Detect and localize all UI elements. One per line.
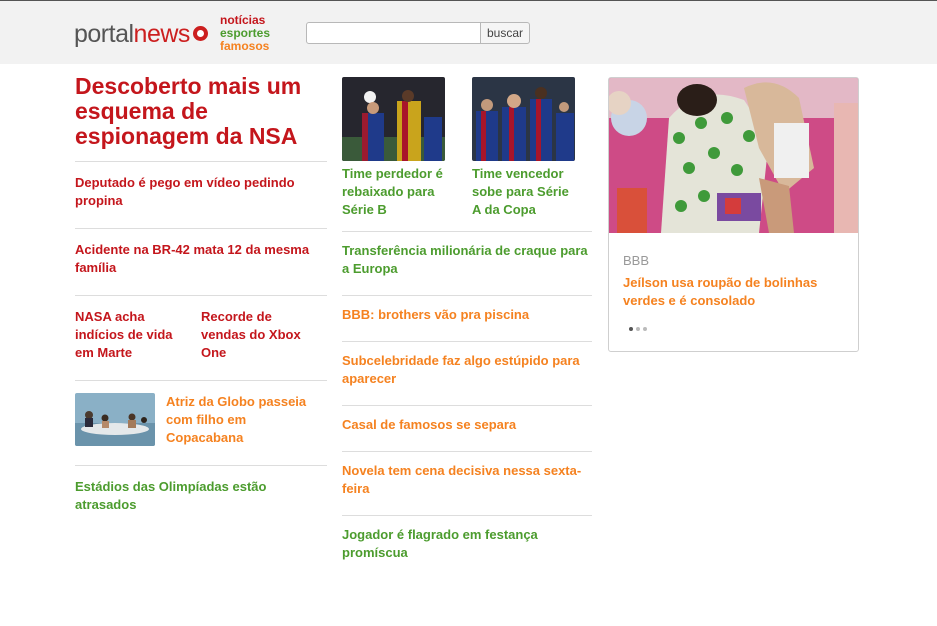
photo-story-title[interactable]: Time vencedor sobe para Série A da Copa (472, 165, 575, 219)
carousel-dot[interactable] (629, 327, 633, 331)
beach-photo (75, 393, 155, 446)
logo-text-news: news (133, 20, 191, 48)
photo-story[interactable]: Time vencedor sobe para Série A da Copa (472, 77, 575, 219)
news-pair: NASA acha indícios de vida em Marte Reco… (75, 295, 327, 380)
story-list: Transferência milionária de craque para … (342, 231, 592, 579)
carousel-dot[interactable] (636, 327, 640, 331)
search-input[interactable] (306, 22, 481, 44)
search-button[interactable]: buscar (480, 22, 530, 44)
news-item[interactable]: Deputado é pego em vídeo pedindo propina (75, 161, 327, 228)
news-item[interactable]: Acidente na BR-42 mata 12 da mesma famíl… (75, 228, 327, 295)
news-item[interactable]: Casal de famosos se separa (342, 405, 592, 451)
carousel-dot[interactable] (643, 327, 647, 331)
thumbnail-story-title[interactable]: Atriz da Globo passeia com filho em Copa… (166, 393, 327, 447)
carousel-dots (629, 327, 650, 331)
carousel-headline[interactable]: Jeílson usa roupão de bolinhas verdes e … (623, 274, 848, 310)
nav-link-famosos[interactable]: famosos (220, 40, 270, 53)
site-logo[interactable]: portalnews (74, 19, 190, 49)
logo-ring-icon (193, 26, 208, 41)
news-item[interactable]: Novela tem cena decisiva nessa sexta-fei… (342, 451, 592, 515)
sports-column: Time perdedor é rebaixado para Série B T… (342, 77, 592, 579)
beach-thumbnail-image[interactable] (75, 393, 155, 446)
news-column: Descoberto mais um esquema de espionagem… (75, 74, 327, 532)
site-header: portalnews notícias esportes famosos bus… (0, 0, 937, 64)
main-nav: notícias esportes famosos (220, 14, 270, 53)
soccer-photo (342, 77, 445, 161)
main-headline[interactable]: Descoberto mais um esquema de espionagem… (75, 74, 327, 161)
carousel-image[interactable] (609, 78, 858, 233)
photo-story-title[interactable]: Time perdedor é rebaixado para Série B (342, 165, 445, 219)
news-item[interactable]: BBB: brothers vão pra piscina (342, 295, 592, 341)
news-item[interactable]: Subcelebridade faz algo estúpido para ap… (342, 341, 592, 405)
news-item[interactable]: Transferência milionária de craque para … (342, 231, 592, 295)
featured-carousel: BBB Jeílson usa roupão de bolinhas verde… (608, 77, 859, 352)
news-item[interactable]: Jogador é flagrado em festança promíscua (342, 515, 592, 579)
carousel-category: BBB (623, 253, 650, 268)
news-item[interactable]: NASA acha indícios de vida em Marte (75, 308, 201, 362)
photo-story[interactable]: Time perdedor é rebaixado para Série B (342, 77, 445, 219)
celebration-photo (472, 77, 575, 161)
news-item[interactable]: Recorde de vendas do Xbox One (201, 308, 327, 362)
photo-stories: Time perdedor é rebaixado para Série B T… (342, 77, 592, 219)
logo-text-portal: portal (74, 20, 134, 48)
news-item[interactable]: Estádios das Olimpíadas estão atrasados (75, 465, 327, 532)
thumbnail-story[interactable]: Atriz da Globo passeia com filho em Copa… (75, 380, 327, 465)
